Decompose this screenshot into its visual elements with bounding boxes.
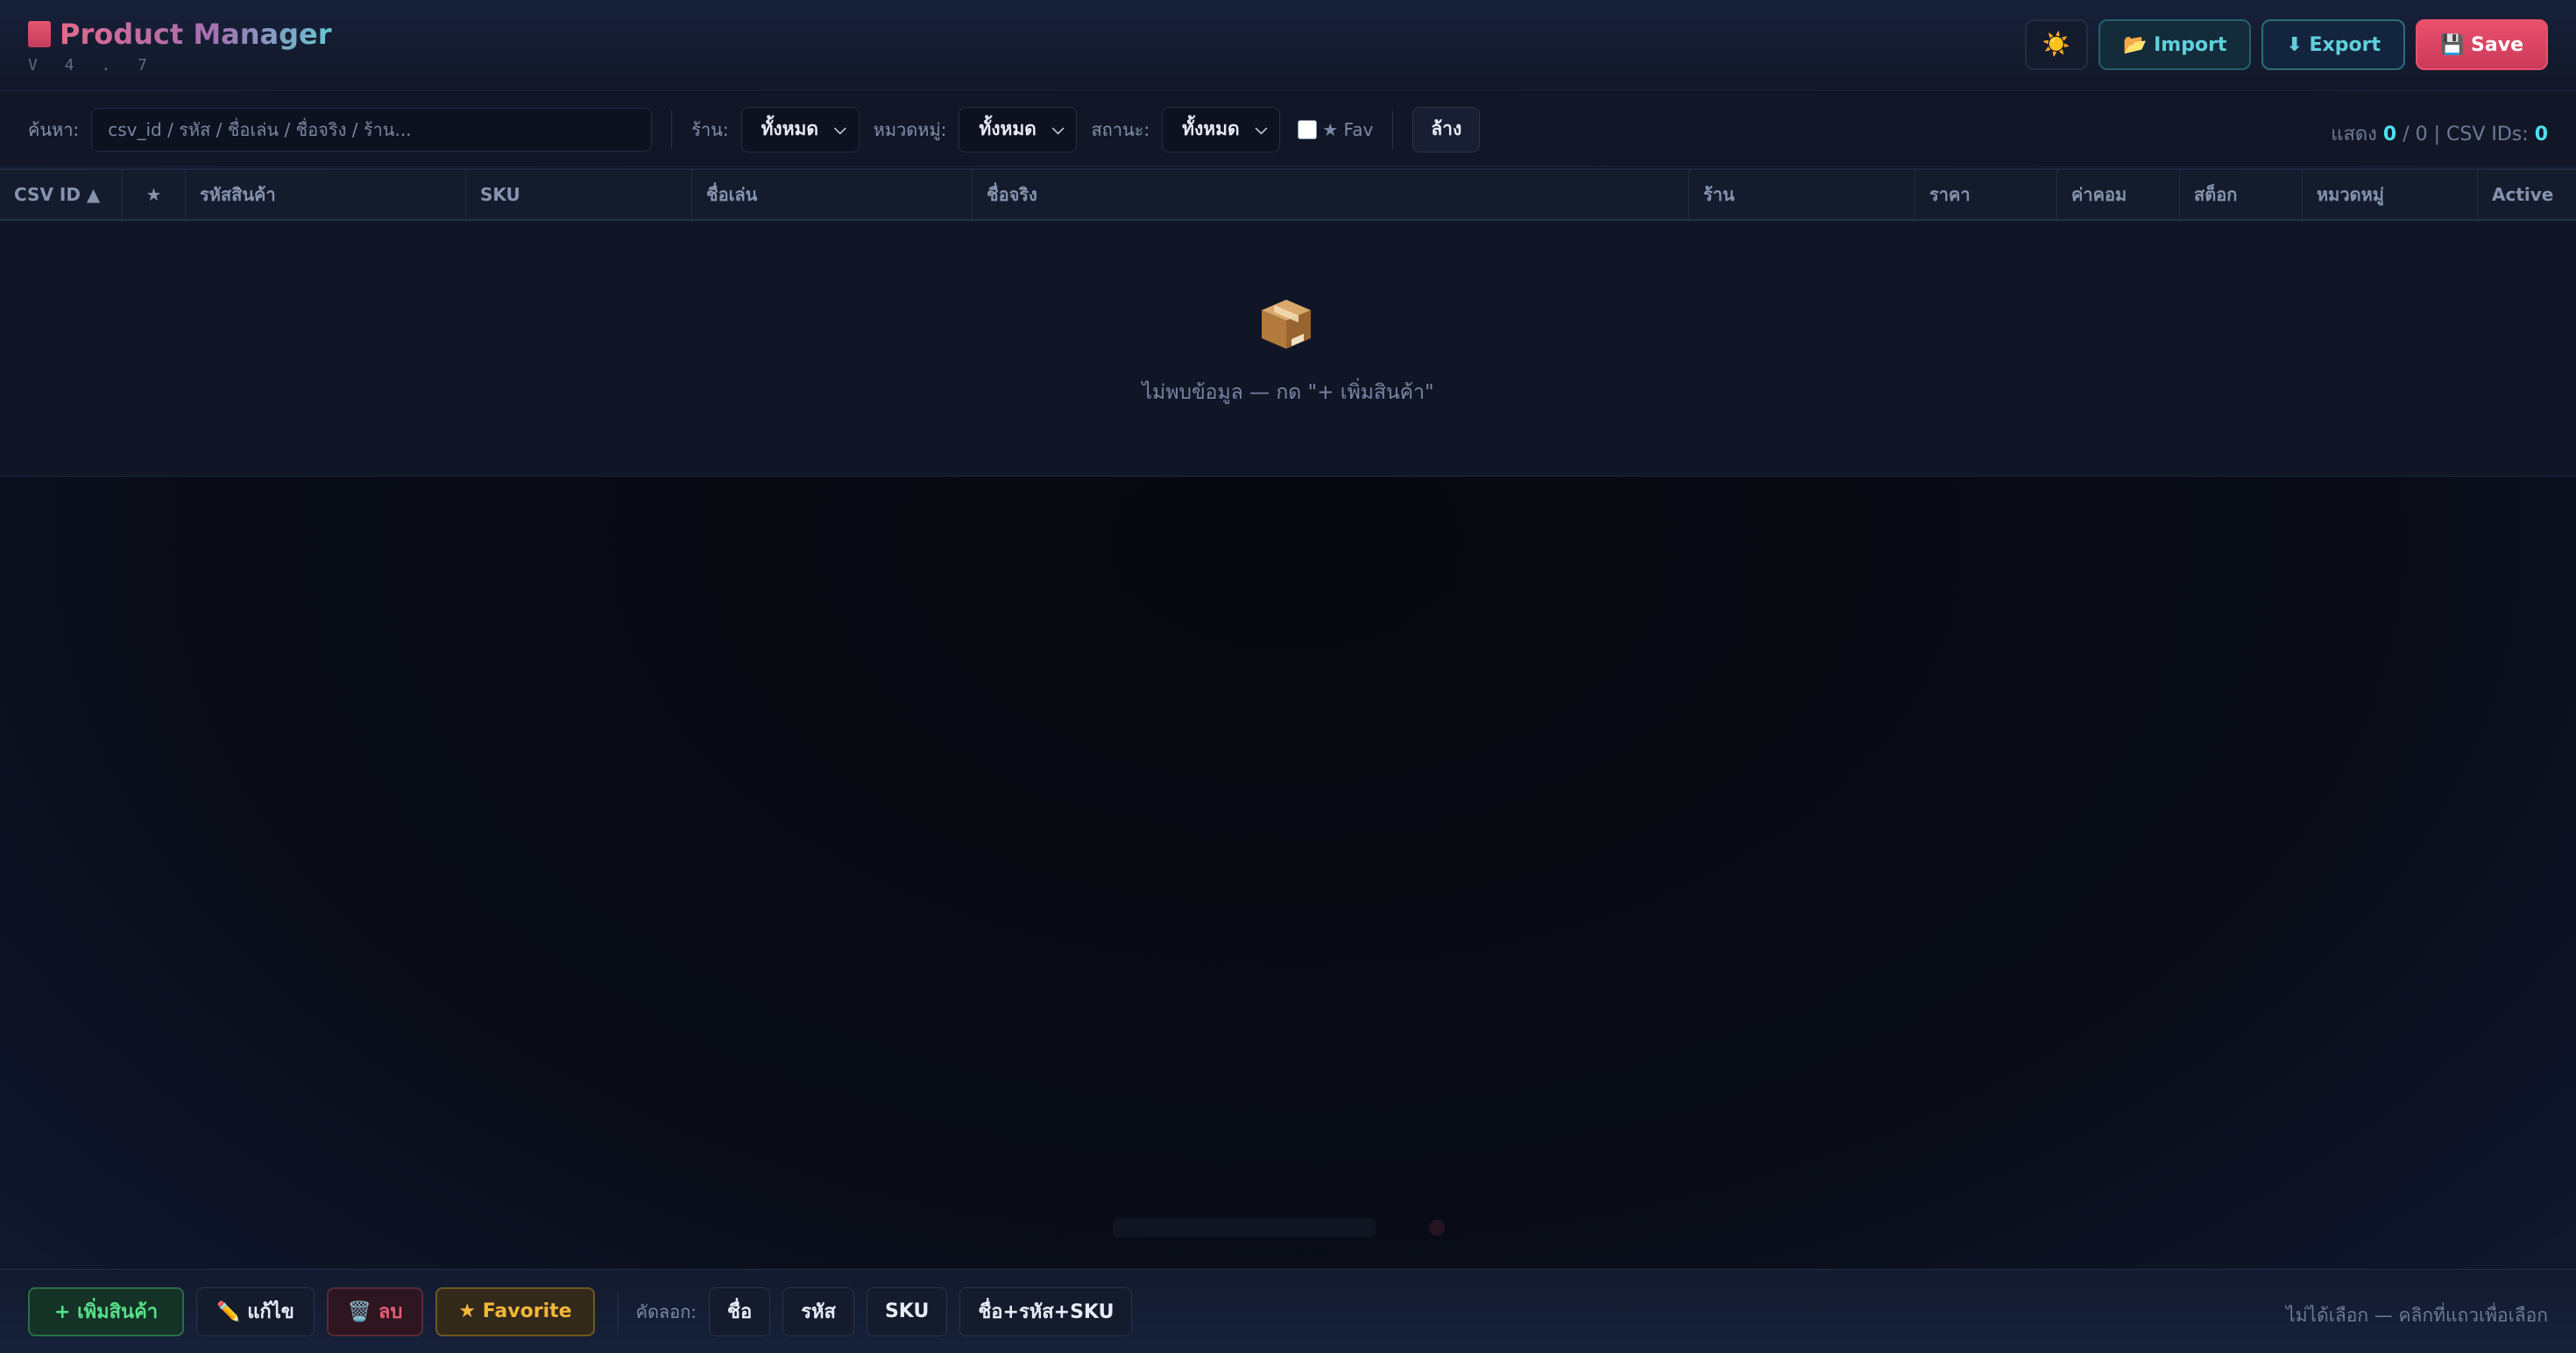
chevron-down-icon: ⌵ <box>1051 120 1065 138</box>
export-button[interactable]: ⬇ Export <box>2261 19 2405 70</box>
copy-name-button[interactable]: ชื่อ <box>709 1286 771 1336</box>
divider <box>1392 110 1394 149</box>
category-filter-label: หมวดหมู่: <box>873 118 947 140</box>
filter-bar: ค้นหา: ร้าน: ทั้งหมด ⌵ หมวดหมู่: ทั้งหมด… <box>0 92 2576 167</box>
column-header-active[interactable]: Active <box>2478 170 2576 219</box>
toast-ghost <box>1113 1218 1445 1237</box>
app-version: V 4 . 7 <box>28 56 156 74</box>
copy-all-button[interactable]: ชื่อ+รหัส+SKU <box>959 1286 1133 1336</box>
add-product-button[interactable]: + เพิ่มสินค้า <box>28 1286 185 1336</box>
divider <box>617 1292 619 1331</box>
sun-icon: ☀️ <box>2042 32 2071 58</box>
column-header-csv-id[interactable]: CSV ID ▲ <box>0 170 123 219</box>
shown-count: 0 <box>2382 124 2397 145</box>
copy-code-button[interactable]: รหัส <box>782 1286 854 1336</box>
package-icon <box>1262 300 1311 349</box>
copy-sku-button[interactable]: SKU <box>866 1286 948 1336</box>
header: Product Manager V 4 . 7 ☀️ 📂 Import ⬇ Ex… <box>0 0 2576 91</box>
app-logo-icon <box>28 21 51 47</box>
column-header-nickname[interactable]: ชื่อเล่น <box>692 170 973 219</box>
status-filter-value: ทั้งหมด <box>1182 118 1240 139</box>
column-header-real-name[interactable]: ชื่อจริง <box>973 170 1689 219</box>
clear-filters-button[interactable]: ล้าง <box>1412 106 1481 152</box>
column-header-price[interactable]: ราคา <box>1915 170 2057 219</box>
copy-label: คัดลอก: <box>635 1300 697 1322</box>
save-button[interactable]: 💾 Save <box>2415 19 2548 70</box>
result-count: แสดง 0 / 0 | CSV IDs: 0 <box>2331 124 2548 145</box>
csv-id-count: 0 <box>2534 124 2548 145</box>
status-filter-label: สถานะ: <box>1091 118 1150 140</box>
column-header-sku[interactable]: SKU <box>466 170 692 219</box>
search-input[interactable] <box>91 107 653 152</box>
table-header: CSV ID ▲ ★ รหัสสินค้า SKU ชื่อเล่น ชื่อจ… <box>0 168 2576 221</box>
column-header-commission[interactable]: ค่าคอม <box>2057 170 2180 219</box>
column-header-product-code[interactable]: รหัสสินค้า <box>186 170 466 219</box>
status-filter-select[interactable]: ทั้งหมด ⌵ <box>1162 106 1281 152</box>
brand: Product Manager V 4 . 7 <box>28 18 332 74</box>
shop-filter-label: ร้าน: <box>691 118 729 140</box>
edit-button[interactable]: ✏️ แก้ไข <box>196 1286 315 1336</box>
divider <box>671 110 673 149</box>
favorite-button[interactable]: ★ Favorite <box>435 1286 595 1336</box>
action-bar: + เพิ่มสินค้า ✏️ แก้ไข 🗑️ ลบ ★ Favorite … <box>0 1269 2576 1353</box>
fav-filter[interactable]: ★ Fav <box>1298 119 1373 140</box>
fav-filter-label: ★ Fav <box>1322 118 1374 140</box>
column-header-category[interactable]: หมวดหมู่ <box>2303 170 2478 219</box>
column-header-stock[interactable]: สต็อก <box>2180 170 2303 219</box>
fav-filter-checkbox[interactable] <box>1298 119 1318 139</box>
app-root: Product Manager V 4 . 7 ☀️ 📂 Import ⬇ Ex… <box>0 0 2576 1353</box>
table-body: ไม่พบข้อมูล — กด "+ เพิ่มสินค้า" <box>0 221 2576 477</box>
delete-button[interactable]: 🗑️ ลบ <box>326 1286 424 1336</box>
import-button[interactable]: 📂 Import <box>2098 19 2252 70</box>
column-header-favorite[interactable]: ★ <box>123 170 186 219</box>
shop-filter-select[interactable]: ทั้งหมด ⌵ <box>740 106 860 152</box>
search-label: ค้นหา: <box>28 118 80 140</box>
chevron-down-icon: ⌵ <box>834 120 846 138</box>
column-header-shop[interactable]: ร้าน <box>1689 170 1915 219</box>
shop-filter-value: ทั้งหมด <box>761 118 819 139</box>
theme-toggle-button[interactable]: ☀️ <box>2025 19 2089 70</box>
category-filter-value: ทั้งหมด <box>979 118 1037 139</box>
app-title: Product Manager <box>60 18 332 51</box>
header-actions: ☀️ 📂 Import ⬇ Export 💾 Save <box>2025 19 2548 70</box>
chevron-down-icon: ⌵ <box>1255 120 1268 138</box>
empty-state-message: ไม่พบข้อมูล — กด "+ เพิ่มสินค้า" <box>1142 381 1434 404</box>
selection-status: ไม่ได้เลือก — คลิกที่แถวเพื่อเลือก <box>2286 1305 2548 1326</box>
category-filter-select[interactable]: ทั้งหมด ⌵ <box>959 106 1078 152</box>
